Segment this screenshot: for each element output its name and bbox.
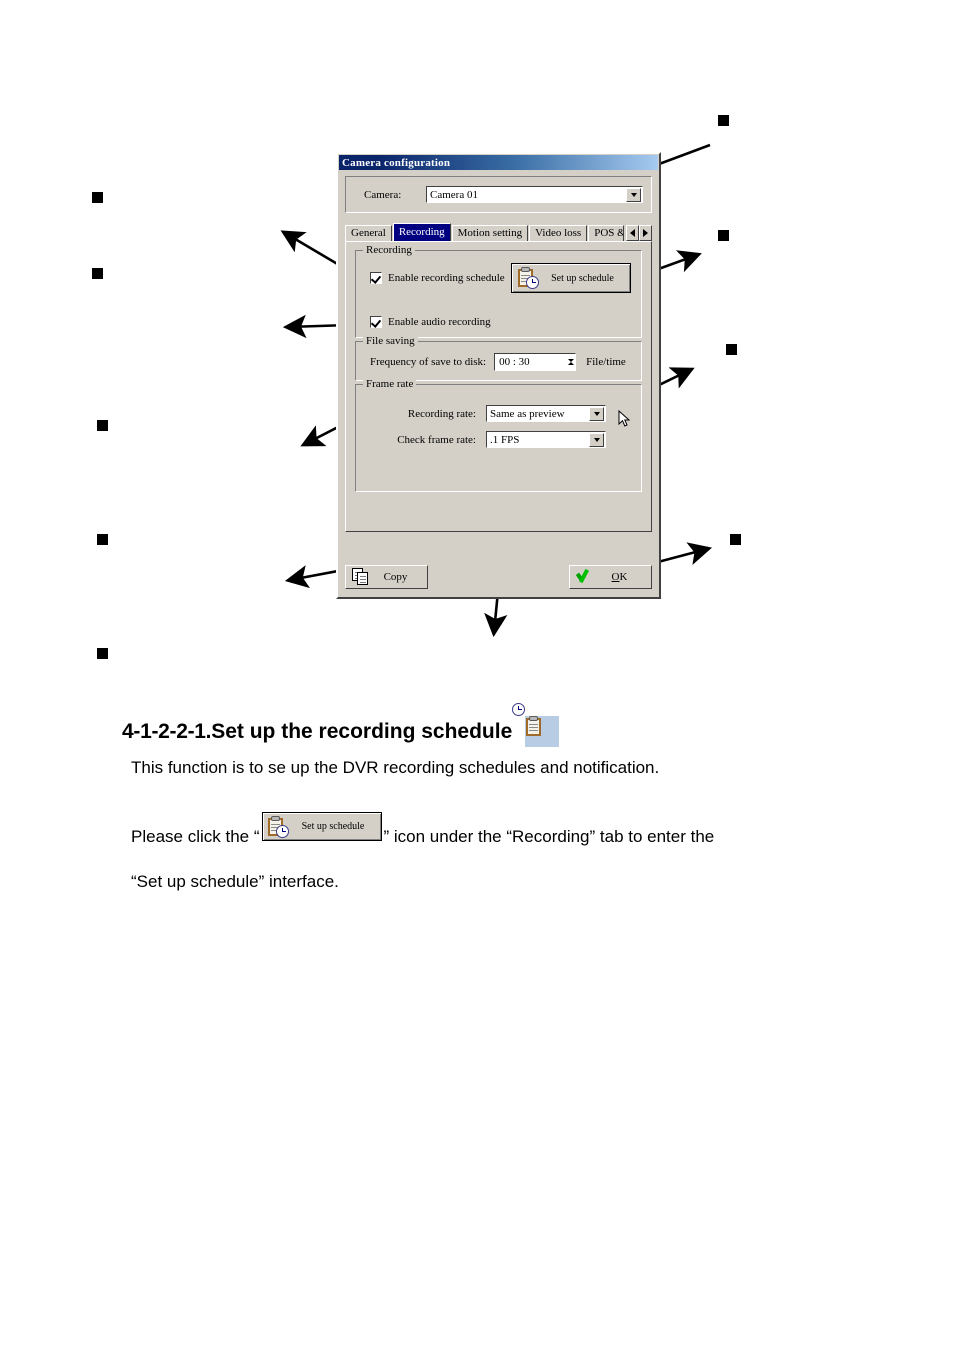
camera-configuration-dialog: Camera configuration Camera: Camera 01 G… <box>336 152 661 599</box>
annotation-bullet <box>97 420 108 431</box>
enable-recording-schedule-label: Enable recording schedule <box>388 272 505 284</box>
recording-rate-row: Recording rate: Same as preview <box>366 405 631 422</box>
frequency-of-save-stepper[interactable]: 00 : 30 <box>494 352 577 372</box>
inline-setup-schedule-button: Set up schedule <box>261 812 382 841</box>
frequency-spin-buttons[interactable] <box>568 352 575 372</box>
spin-down-icon[interactable] <box>568 359 575 372</box>
tab-motion-setting[interactable]: Motion setting <box>451 225 529 241</box>
tab-scroll-buttons <box>626 225 652 241</box>
paragraph-2-after: ” icon under the “Recording” tab to ente… <box>383 826 715 846</box>
recording-group: Recording Enable recording schedule Set … <box>355 244 642 338</box>
check-frame-rate-dropdown[interactable]: .1 FPS <box>486 431 606 448</box>
chevron-down-icon[interactable] <box>589 432 604 447</box>
annotation-bullet <box>718 115 729 126</box>
ok-button[interactable]: OK <box>569 565 652 589</box>
copy-button-label: Copy <box>383 571 408 583</box>
dialog-title: Camera configuration <box>342 156 451 169</box>
file-time-unit-label: File/time <box>586 356 626 368</box>
camera-label: Camera: <box>364 188 402 201</box>
paragraph-2: Please click the “ Set up schedule ” ico… <box>131 812 715 851</box>
enable-recording-schedule-checkbox[interactable] <box>370 272 382 284</box>
camera-dropdown[interactable]: Camera 01 <box>426 186 643 203</box>
copy-button[interactable]: Copy <box>345 565 428 589</box>
file-saving-group: File saving Frequency of save to disk: 0… <box>355 335 642 381</box>
frequency-of-save-value: 00 : 30 <box>499 356 530 368</box>
clipboard-clock-icon <box>267 815 289 838</box>
annotation-bullet <box>730 534 741 545</box>
annotation-bullet <box>718 230 729 241</box>
annotation-bullet <box>726 344 737 355</box>
enable-recording-schedule-row[interactable]: Enable recording schedule <box>370 272 505 284</box>
tab-recording[interactable]: Recording <box>392 223 451 241</box>
tab-video-loss[interactable]: Video loss <box>529 225 588 241</box>
tab-pos-event[interactable]: POS & E <box>588 225 624 241</box>
dialog-button-bar: Copy OK <box>345 565 652 589</box>
check-frame-rate-label: Check frame rate: <box>397 433 476 446</box>
enable-audio-recording-row[interactable]: Enable audio recording <box>370 316 631 328</box>
camera-selector-panel: Camera: Camera 01 <box>345 176 652 213</box>
inline-setup-schedule-label: Set up schedule <box>301 821 365 832</box>
paragraph-1: This function is to se up the DVR record… <box>131 758 660 777</box>
enable-audio-recording-label: Enable audio recording <box>388 316 491 328</box>
dialog-body: Camera: Camera 01 General Recording Moti… <box>338 170 659 589</box>
clipboard-clock-icon <box>517 267 539 289</box>
frame-rate-group-legend: Frame rate <box>363 378 417 390</box>
recording-group-legend: Recording <box>363 244 415 256</box>
recording-rate-dropdown[interactable]: Same as preview <box>486 405 606 422</box>
setup-schedule-button[interactable]: Set up schedule <box>511 263 631 293</box>
annotation-bullet <box>97 534 108 545</box>
heading-clipboard-clock-icon <box>512 703 560 747</box>
check-frame-rate-value: .1 FPS <box>490 433 520 446</box>
tab-scroll-left-icon[interactable] <box>626 225 639 241</box>
section-heading: 4-1-2-2-1. Set up the recording schedule <box>122 703 560 747</box>
section-number: 4-1-2-2-1. <box>122 719 212 743</box>
copy-documents-icon <box>352 568 370 586</box>
tab-general[interactable]: General <box>345 225 392 241</box>
frame-rate-group: Frame rate Recording rate: Same as previ… <box>355 378 642 492</box>
dialog-titlebar: Camera configuration <box>339 155 658 170</box>
tab-strip: General Recording Motion setting Video l… <box>345 223 652 241</box>
mouse-cursor-icon <box>618 410 631 427</box>
tab-scroll-right-icon[interactable] <box>639 225 652 241</box>
camera-dropdown-value: Camera 01 <box>430 188 478 201</box>
frequency-of-save-label: Frequency of save to disk: <box>370 356 487 368</box>
section-title: Set up the recording schedule <box>211 719 513 743</box>
annotation-bullet <box>92 268 103 279</box>
paragraph-2-before: Please click the “ <box>131 826 260 846</box>
annotation-bullet <box>92 192 103 203</box>
setup-schedule-button-label: Set up schedule <box>551 272 614 284</box>
annotation-bullet <box>97 648 108 659</box>
chevron-down-icon[interactable] <box>626 187 641 202</box>
file-saving-group-legend: File saving <box>363 335 418 347</box>
recording-tab-page: Recording Enable recording schedule Set … <box>345 241 652 532</box>
green-check-icon <box>576 569 594 585</box>
ok-button-label: OK <box>611 571 628 583</box>
check-frame-rate-row: Check frame rate: .1 FPS <box>366 431 631 448</box>
chevron-down-icon[interactable] <box>589 406 604 421</box>
paragraph-3: “Set up schedule” interface. <box>131 872 339 891</box>
recording-rate-value: Same as preview <box>490 407 565 420</box>
recording-rate-label: Recording rate: <box>407 407 476 420</box>
enable-audio-recording-checkbox[interactable] <box>370 316 382 328</box>
